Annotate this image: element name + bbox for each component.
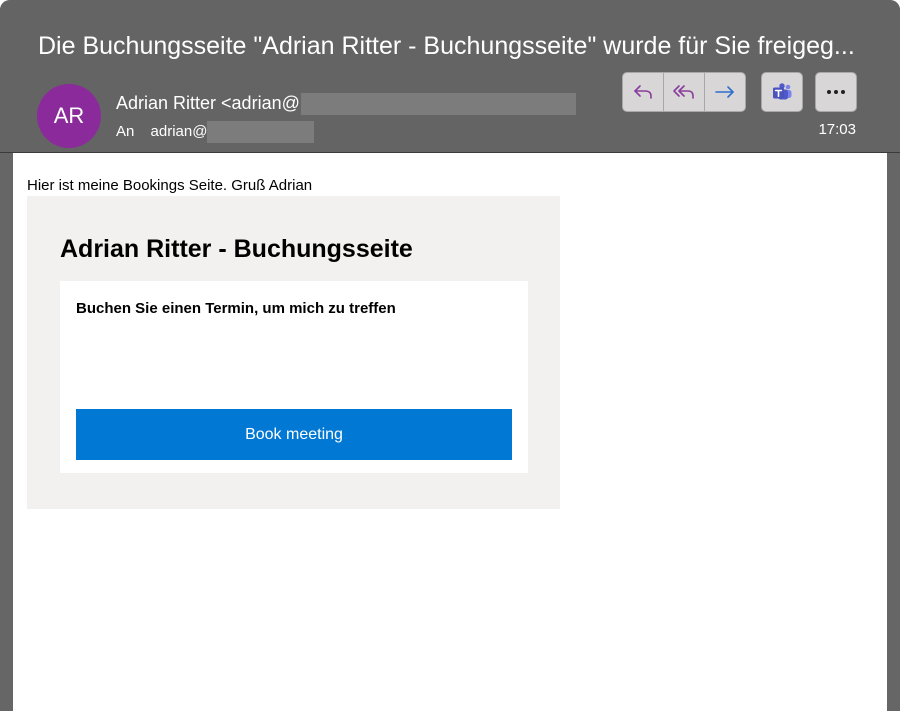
received-time: 17:03 <box>818 121 856 138</box>
teams-button[interactable] <box>761 72 803 112</box>
redacted-block <box>207 121 315 143</box>
avatar-initials: AR <box>53 103 85 128</box>
recipient-line: An adrian@ <box>116 121 315 143</box>
more-icon <box>827 90 845 94</box>
sender[interactable]: Adrian Ritter <adrian@ <box>116 93 576 116</box>
booking-subtitle: Buchen Sie einen Termin, um mich zu tref… <box>76 300 396 317</box>
to-label: An <box>116 122 135 140</box>
email-header: Die Buchungsseite "Adrian Ritter - Buchu… <box>0 0 900 153</box>
forward-button[interactable] <box>704 72 746 112</box>
email-window: Die Buchungsseite "Adrian Ritter - Buchu… <box>0 0 900 711</box>
sender-name: Adrian Ritter <adrian@ <box>116 93 300 113</box>
booking-page-title: Adrian Ritter - Buchungsseite <box>60 235 413 263</box>
reply-all-button[interactable] <box>663 72 705 112</box>
reply-button[interactable] <box>622 72 664 112</box>
email-subject: Die Buchungsseite "Adrian Ritter - Buchu… <box>38 32 855 60</box>
intro-text: Hier ist meine Bookings Seite. Gruß Adri… <box>27 177 313 194</box>
booking-card: Adrian Ritter - Buchungsseite Buchen Sie… <box>27 196 560 509</box>
book-meeting-button[interactable]: Book meeting <box>76 409 512 460</box>
booking-card-inner: Buchen Sie einen Termin, um mich zu tref… <box>60 281 528 473</box>
reply-all-icon <box>673 85 694 99</box>
message-body: Hier ist meine Bookings Seite. Gruß Adri… <box>13 153 887 711</box>
reply-button-group <box>622 72 746 112</box>
forward-icon <box>715 86 734 98</box>
more-actions-button[interactable] <box>815 72 857 112</box>
redacted-block <box>300 93 576 116</box>
teams-icon <box>773 83 792 100</box>
avatar[interactable]: AR <box>37 84 101 148</box>
reply-icon <box>634 85 652 99</box>
recipient-address[interactable]: adrian@ <box>151 123 208 140</box>
